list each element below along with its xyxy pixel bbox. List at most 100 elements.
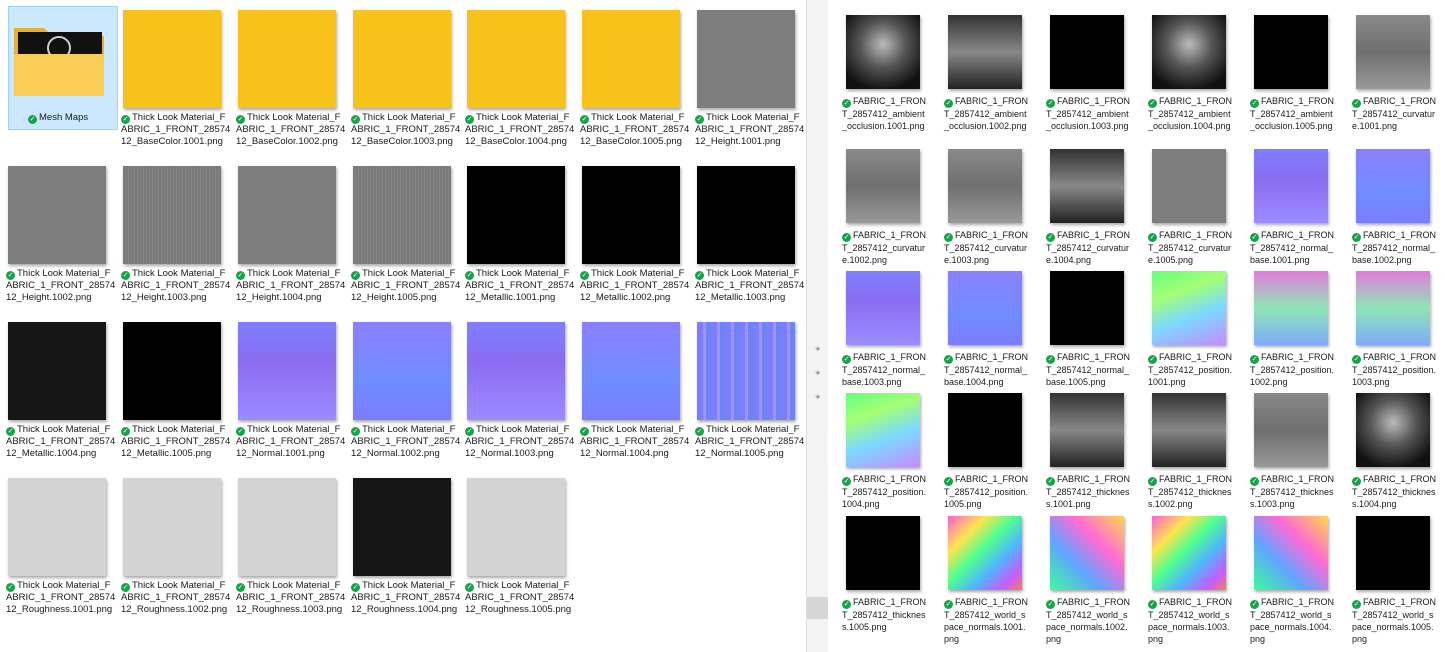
sync-check-icon: ✓	[842, 233, 851, 242]
sync-check-icon: ✓	[1046, 600, 1055, 609]
file-name: FABRIC_1_FRONT_2857412_curvature.1004.pn…	[1046, 230, 1131, 265]
pane-divider[interactable]: ✦ ✦ ✦	[806, 0, 829, 652]
file-name: FABRIC_1_FRONT_2857412_thickness.1002.pn…	[1148, 474, 1233, 509]
file-thumbnail	[123, 166, 221, 264]
sync-check-icon: ✓	[842, 477, 851, 486]
sync-check-icon: ✓	[944, 233, 953, 242]
file-name: Thick Look Material_FABRIC_1_FRONT_28574…	[121, 268, 231, 303]
file-thumbnail	[8, 322, 106, 420]
sync-check-icon: ✓	[121, 583, 130, 592]
file-thumbnail	[1152, 149, 1226, 223]
file-name: Thick Look Material_FABRIC_1_FRONT_28574…	[695, 112, 805, 147]
pin-icon[interactable]: ✦	[814, 345, 822, 354]
sync-check-icon: ✓	[465, 583, 474, 592]
file-name: Thick Look Material_FABRIC_1_FRONT_28574…	[580, 112, 690, 147]
file-thumbnail	[1254, 149, 1328, 223]
file-name: Thick Look Material_FABRIC_1_FRONT_28574…	[465, 268, 575, 303]
file-name: FABRIC_1_FRONT_2857412_thickness.1005.pn…	[842, 597, 927, 632]
file-thumbnail	[353, 166, 451, 264]
pin-icon[interactable]: ✦	[814, 393, 822, 402]
file-name: Thick Look Material_FABRIC_1_FRONT_28574…	[6, 580, 116, 615]
file-name: FABRIC_1_FRONT_2857412_thickness.1004.pn…	[1352, 474, 1437, 509]
sync-check-icon: ✓	[580, 427, 589, 436]
sync-check-icon: ✓	[351, 271, 360, 280]
sync-check-icon: ✓	[1046, 99, 1055, 108]
pin-icon[interactable]: ✦	[814, 369, 822, 378]
sync-check-icon: ✓	[1250, 600, 1259, 609]
file-thumbnail	[1152, 15, 1226, 89]
file-name: Thick Look Material_FABRIC_1_FRONT_28574…	[121, 424, 231, 459]
file-name: FABRIC_1_FRONT_2857412_world_space_norma…	[1352, 597, 1437, 644]
file-name: Thick Look Material_FABRIC_1_FRONT_28574…	[236, 268, 346, 303]
sync-check-icon: ✓	[1148, 355, 1157, 364]
file-thumbnail	[582, 166, 680, 264]
file-name: FABRIC_1_FRONT_2857412_ambient_occlusion…	[842, 96, 927, 131]
sync-check-icon: ✓	[842, 99, 851, 108]
right-file-pane: ✓ FABRIC_1_FRONT_2857412_ambient_occlusio…	[828, 0, 1445, 652]
file-name: FABRIC_1_FRONT_2857412_world_space_norma…	[1250, 597, 1335, 644]
sync-check-icon: ✓	[695, 271, 704, 280]
file-thumbnail	[1050, 516, 1124, 590]
file-name: Thick Look Material_FABRIC_1_FRONT_28574…	[351, 268, 461, 303]
file-thumbnail	[846, 149, 920, 223]
sync-check-icon: ✓	[6, 271, 15, 280]
sync-check-icon: ✓	[236, 427, 245, 436]
file-name: FABRIC_1_FRONT_2857412_normal_base.1003.…	[842, 352, 927, 387]
file-name: FABRIC_1_FRONT_2857412_position.1001.png	[1148, 352, 1233, 387]
file-thumbnail	[948, 15, 1022, 89]
file-thumbnail	[123, 10, 221, 108]
file-thumbnail	[238, 322, 336, 420]
file-thumbnail	[123, 478, 221, 576]
file-name: Thick Look Material_FABRIC_1_FRONT_28574…	[351, 580, 461, 615]
file-thumbnail	[1356, 393, 1430, 467]
sync-check-icon: ✓	[236, 583, 245, 592]
sync-check-icon: ✓	[465, 271, 474, 280]
sync-check-icon: ✓	[944, 600, 953, 609]
sync-check-icon: ✓	[236, 115, 245, 124]
file-name: FABRIC_1_FRONT_2857412_normal_base.1002.…	[1352, 230, 1437, 265]
file-thumbnail	[238, 166, 336, 264]
file-name: Thick Look Material_FABRIC_1_FRONT_28574…	[236, 580, 346, 615]
scrollbar-thumb[interactable]	[807, 597, 829, 619]
file-name: FABRIC_1_FRONT_2857412_thickness.1001.pn…	[1046, 474, 1131, 509]
file-name: Thick Look Material_FABRIC_1_FRONT_28574…	[465, 580, 575, 615]
sync-check-icon: ✓	[1046, 477, 1055, 486]
folder-label: Mesh Maps	[39, 112, 89, 123]
file-name: FABRIC_1_FRONT_2857412_world_space_norma…	[1046, 597, 1131, 644]
sync-check-icon: ✓	[236, 271, 245, 280]
file-name: Thick Look Material_FABRIC_1_FRONT_28574…	[695, 424, 805, 459]
file-thumbnail	[1356, 149, 1430, 223]
file-thumbnail	[238, 478, 336, 576]
file-thumbnail	[948, 271, 1022, 345]
file-name: FABRIC_1_FRONT_2857412_position.1005.png	[944, 474, 1029, 509]
sync-check-icon: ✓	[944, 355, 953, 364]
sync-check-icon: ✓	[1148, 600, 1157, 609]
file-name: Thick Look Material_FABRIC_1_FRONT_28574…	[121, 580, 231, 615]
file-name: FABRIC_1_FRONT_2857412_curvature.1003.pn…	[944, 230, 1029, 265]
sync-check-icon: ✓	[580, 271, 589, 280]
file-thumbnail	[353, 322, 451, 420]
file-thumbnail	[582, 322, 680, 420]
sync-check-icon: ✓	[1250, 233, 1259, 242]
file-thumbnail	[1356, 271, 1430, 345]
file-name: Thick Look Material_FABRIC_1_FRONT_28574…	[465, 424, 575, 459]
file-name: Thick Look Material_FABRIC_1_FRONT_28574…	[236, 424, 346, 459]
file-thumbnail	[1254, 516, 1328, 590]
file-thumbnail	[1050, 271, 1124, 345]
file-thumbnail	[467, 322, 565, 420]
file-thumbnail	[697, 10, 795, 108]
file-name: FABRIC_1_FRONT_2857412_normal_base.1005.…	[1046, 352, 1131, 387]
file-name: FABRIC_1_FRONT_2857412_curvature.1005.pn…	[1148, 230, 1233, 265]
sync-check-icon: ✓	[1352, 477, 1361, 486]
sync-check-icon: ✓	[6, 583, 15, 592]
sync-check-icon: ✓	[1352, 355, 1361, 364]
file-thumbnail	[846, 516, 920, 590]
file-thumbnail	[948, 393, 1022, 467]
sync-check-icon: ✓	[1046, 355, 1055, 364]
sync-check-icon: ✓	[121, 271, 130, 280]
file-thumbnail	[948, 149, 1022, 223]
file-name: FABRIC_1_FRONT_2857412_curvature.1002.pn…	[842, 230, 927, 265]
file-name: Thick Look Material_FABRIC_1_FRONT_28574…	[6, 268, 116, 303]
file-name: Thick Look Material_FABRIC_1_FRONT_28574…	[121, 112, 231, 147]
file-thumbnail	[8, 478, 106, 576]
